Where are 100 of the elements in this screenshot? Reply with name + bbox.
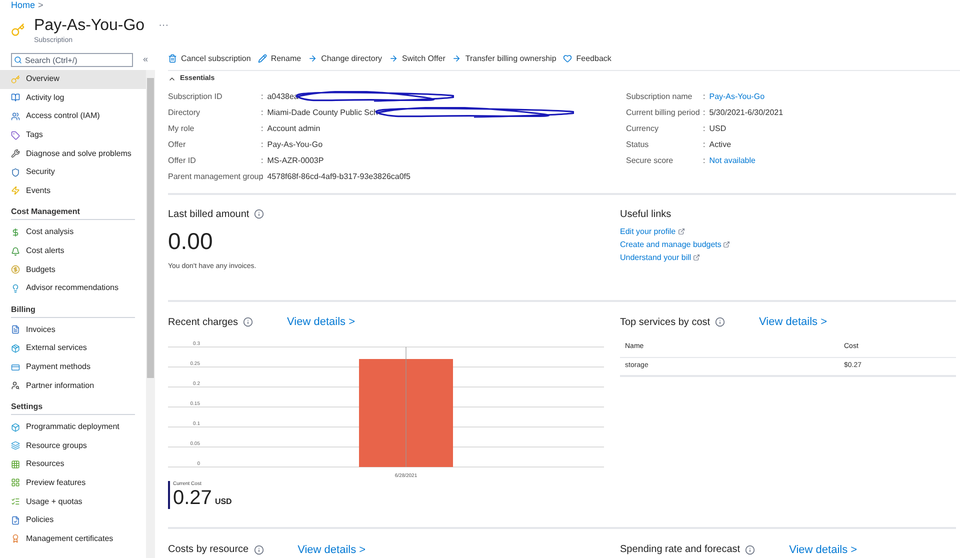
field-value: Active <box>709 138 732 151</box>
field-label: Currency <box>626 122 660 135</box>
pencil-icon <box>258 54 267 64</box>
package-icon <box>11 344 20 353</box>
colon: : <box>703 154 706 167</box>
external-link-icon <box>678 228 685 236</box>
nav-item[interactable]: Diagnose and solve problems <box>0 144 146 163</box>
colon: : <box>261 122 264 135</box>
coin-icon <box>11 265 20 274</box>
section-heading: Settings <box>11 400 43 413</box>
key-icon <box>11 74 20 84</box>
colon: : <box>261 154 264 167</box>
field-label: Subscription ID <box>168 90 224 103</box>
nav-item[interactable]: Resources <box>0 455 146 474</box>
field-link[interactable]: Not available <box>709 154 756 167</box>
nav-item[interactable]: Preview features <box>0 474 146 492</box>
useful-link[interactable]: Edit your profile <box>620 226 730 238</box>
certificate-icon <box>11 534 20 544</box>
breadcrumb-link[interactable]: Home <box>11 0 36 13</box>
nav-item[interactable]: Policies <box>0 510 146 530</box>
shield-icon <box>11 168 20 177</box>
field-value: a0438ea <box>267 90 298 103</box>
trash-icon <box>168 54 177 64</box>
nav-item[interactable]: Resource groups <box>0 436 146 456</box>
arrow-icon <box>388 54 398 64</box>
lightning-icon <box>11 186 20 196</box>
toolbar-button[interactable]: Change directory <box>308 52 382 65</box>
nav-item[interactable]: External services <box>0 339 146 358</box>
field-value: 5/30/2021-6/30/2021 <box>709 106 784 119</box>
useful-link[interactable]: Create and manage budgets <box>620 238 730 251</box>
field-label: Subscription name <box>626 90 694 103</box>
nav-item[interactable]: Partner information <box>0 376 146 395</box>
arrow-icon <box>452 54 462 64</box>
nav-item[interactable]: Cost analysis <box>0 223 146 242</box>
useful-link[interactable]: Understand your bill <box>620 252 730 264</box>
toolbar-button[interactable]: Cancel subscription <box>168 52 251 65</box>
breadcrumb-separator: > <box>38 0 44 12</box>
currency-text: USD <box>214 496 232 508</box>
colon: : <box>703 138 706 151</box>
info-icon <box>745 544 756 555</box>
view-details-link[interactable]: View details > <box>298 542 366 558</box>
collapse-button[interactable]: « <box>143 53 148 67</box>
nav-item[interactable]: Payment methods <box>0 358 146 376</box>
wrench-icon <box>11 149 20 158</box>
toolbar-button[interactable]: Rename <box>258 52 302 65</box>
nav-item[interactable]: Programmatic deployment <box>0 418 146 436</box>
card-title: Last billed amount <box>168 208 250 222</box>
colon: : <box>261 90 264 103</box>
colon: : <box>703 122 706 135</box>
info-icon <box>254 544 264 555</box>
info-icon <box>254 209 264 220</box>
people-icon <box>11 112 20 121</box>
colon: : <box>703 106 706 119</box>
field-label: My role <box>168 122 196 135</box>
toolbar-button[interactable]: Feedback <box>563 52 612 65</box>
view-details-link[interactable]: View details > <box>759 314 828 331</box>
card-title: Recent charges <box>168 316 238 330</box>
field-value: 4578f68f-86cd-4af9-b317-93e3826ca0f5 <box>267 170 410 183</box>
toolbar-button[interactable]: Switch Offer <box>388 52 446 65</box>
more-button[interactable]: ··· <box>158 18 169 33</box>
info-icon <box>715 317 726 328</box>
colon: : <box>261 106 264 119</box>
colon: : <box>261 138 264 151</box>
nav-item[interactable]: Security <box>0 162 146 182</box>
view-details-link[interactable]: View details > <box>789 542 858 558</box>
section-heading: Billing <box>11 304 36 316</box>
card-title: Spending rate and forecast <box>620 543 740 558</box>
person-icon <box>11 381 20 390</box>
arrow-icon <box>308 54 318 64</box>
info-icon <box>243 317 254 328</box>
nav-item[interactable]: Activity log <box>0 88 146 108</box>
amount: 0.00 <box>168 228 214 254</box>
card-title: Useful links <box>620 208 672 222</box>
nav-item[interactable]: Management certificates <box>0 529 146 548</box>
nav-item[interactable]: Advisor recommendations <box>0 278 146 298</box>
dollar-icon <box>11 228 20 237</box>
field-value: MS-AZR-0003P <box>267 154 324 167</box>
card-title: Top services by cost <box>620 316 710 330</box>
nav-item[interactable]: Usage + quotas <box>0 492 146 511</box>
field-label: Secure score <box>626 154 674 167</box>
view-details-link[interactable]: View details > <box>287 314 356 331</box>
colon: : <box>703 90 706 103</box>
field-label: Offer ID <box>168 154 197 167</box>
toolbar-button[interactable]: Transfer billing ownership <box>452 52 556 65</box>
tag-icon <box>11 130 20 140</box>
nav-item[interactable]: Access control (IAM) <box>0 107 146 126</box>
card-title: Costs by resource <box>168 543 249 558</box>
nav-item[interactable]: Overview <box>0 70 146 89</box>
search-field[interactable]: Search (Ctrl+/) <box>11 53 133 67</box>
nav-item[interactable]: Events <box>0 182 146 200</box>
package-icon <box>11 422 20 432</box>
section-heading: Cost Management <box>11 206 80 218</box>
search-icon <box>14 56 22 64</box>
field-label: Offer <box>168 138 187 151</box>
nav-item[interactable]: Cost alerts <box>0 242 146 260</box>
grid-icon <box>11 460 20 469</box>
nav-item[interactable]: Tags <box>0 126 146 144</box>
field-link[interactable]: Pay-As-You-Go <box>709 90 765 103</box>
nav-item[interactable]: Budgets <box>0 260 146 279</box>
nav-item[interactable]: Invoices <box>0 320 146 340</box>
